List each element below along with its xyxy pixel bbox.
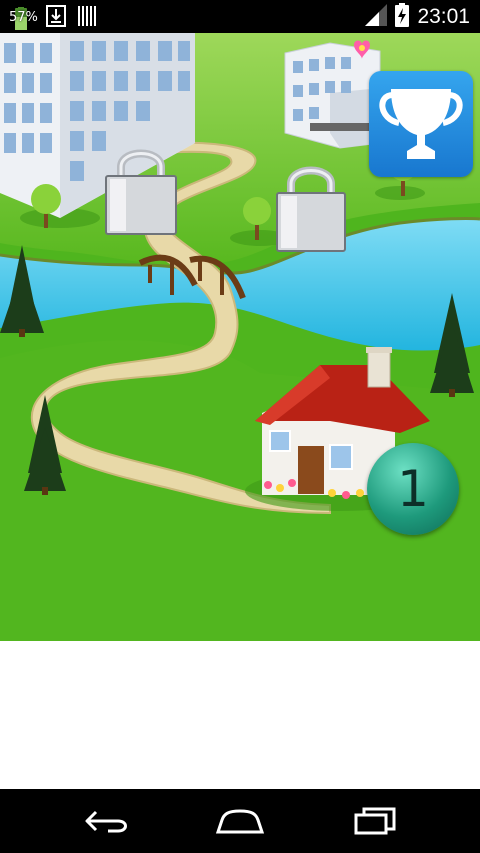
level-1-button[interactable]: 1 — [367, 443, 459, 535]
clock: 23:01 — [417, 5, 470, 28]
trophy-button[interactable] — [369, 71, 473, 177]
back-button[interactable] — [77, 803, 137, 839]
download-icon — [46, 5, 66, 31]
lock-icon — [276, 166, 346, 252]
empty-area — [0, 641, 480, 789]
lock-icon — [105, 149, 177, 235]
locked-level-lock[interactable] — [104, 141, 178, 237]
level-number: 1 — [397, 460, 429, 518]
status-bar: 57% 23:01 — [0, 0, 480, 33]
signal-icon — [365, 4, 388, 30]
locked-level-lock[interactable] — [275, 158, 347, 254]
trophy-icon — [379, 89, 463, 159]
home-icon — [215, 809, 265, 834]
home-button[interactable] — [210, 803, 270, 839]
battery-icon: 57% — [8, 7, 38, 30]
level-map: 1 — [0, 33, 480, 641]
recents-button[interactable] — [345, 803, 405, 839]
battery-percent: 57% — [9, 10, 38, 25]
barcode-icon — [78, 5, 96, 31]
back-icon — [85, 810, 127, 833]
battery-charging-icon — [395, 3, 410, 31]
recents-icon — [354, 807, 396, 835]
navigation-bar — [0, 789, 480, 853]
